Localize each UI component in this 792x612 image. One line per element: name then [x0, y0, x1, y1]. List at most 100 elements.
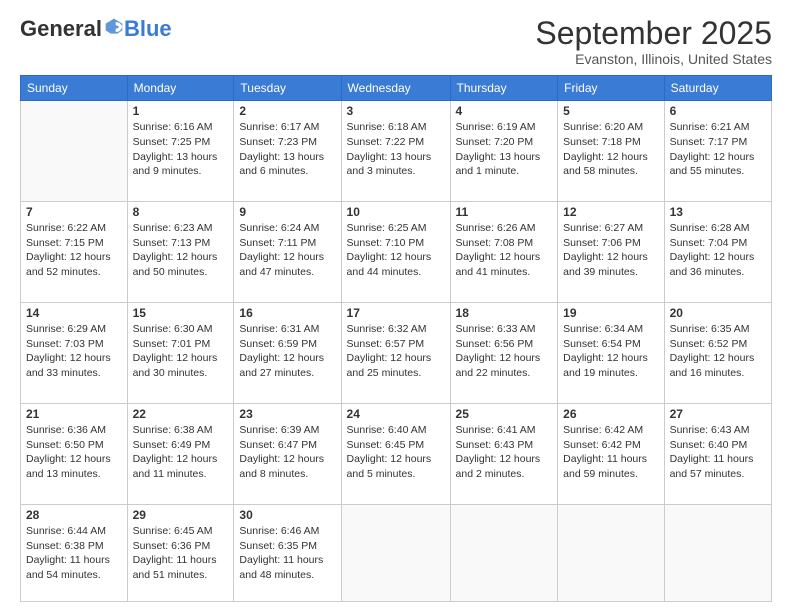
day-number: 29 [133, 508, 229, 522]
cell-info: Sunrise: 6:31 AMSunset: 6:59 PMDaylight:… [239, 323, 324, 379]
calendar-week-row: 7 Sunrise: 6:22 AMSunset: 7:15 PMDayligh… [21, 202, 772, 303]
cell-info: Sunrise: 6:44 AMSunset: 6:38 PMDaylight:… [26, 525, 110, 581]
logo-icon [104, 17, 124, 37]
cell-info: Sunrise: 6:38 AMSunset: 6:49 PMDaylight:… [133, 424, 218, 480]
day-number: 4 [456, 104, 553, 118]
day-number: 14 [26, 306, 122, 320]
day-number: 27 [670, 407, 766, 421]
calendar-cell: 18 Sunrise: 6:33 AMSunset: 6:56 PMDaylig… [450, 303, 558, 404]
calendar-week-row: 14 Sunrise: 6:29 AMSunset: 7:03 PMDaylig… [21, 303, 772, 404]
day-number: 28 [26, 508, 122, 522]
cell-info: Sunrise: 6:40 AMSunset: 6:45 PMDaylight:… [347, 424, 432, 480]
day-number: 11 [456, 205, 553, 219]
calendar-cell [341, 504, 450, 601]
title-block: September 2025 Evanston, Illinois, Unite… [535, 16, 772, 67]
calendar-cell: 26 Sunrise: 6:42 AMSunset: 6:42 PMDaylig… [558, 403, 664, 504]
cell-info: Sunrise: 6:17 AMSunset: 7:23 PMDaylight:… [239, 121, 324, 177]
calendar-cell: 7 Sunrise: 6:22 AMSunset: 7:15 PMDayligh… [21, 202, 128, 303]
calendar-header-row: Sunday Monday Tuesday Wednesday Thursday… [21, 76, 772, 101]
cell-info: Sunrise: 6:19 AMSunset: 7:20 PMDaylight:… [456, 121, 541, 177]
cell-info: Sunrise: 6:25 AMSunset: 7:10 PMDaylight:… [347, 222, 432, 278]
header-saturday: Saturday [664, 76, 771, 101]
day-number: 23 [239, 407, 335, 421]
cell-info: Sunrise: 6:46 AMSunset: 6:35 PMDaylight:… [239, 525, 323, 581]
calendar-cell: 1 Sunrise: 6:16 AMSunset: 7:25 PMDayligh… [127, 101, 234, 202]
day-number: 1 [133, 104, 229, 118]
calendar-cell: 28 Sunrise: 6:44 AMSunset: 6:38 PMDaylig… [21, 504, 128, 601]
calendar-cell: 13 Sunrise: 6:28 AMSunset: 7:04 PMDaylig… [664, 202, 771, 303]
calendar-cell: 30 Sunrise: 6:46 AMSunset: 6:35 PMDaylig… [234, 504, 341, 601]
calendar-cell: 27 Sunrise: 6:43 AMSunset: 6:40 PMDaylig… [664, 403, 771, 504]
calendar-week-row: 1 Sunrise: 6:16 AMSunset: 7:25 PMDayligh… [21, 101, 772, 202]
day-number: 24 [347, 407, 445, 421]
cell-info: Sunrise: 6:30 AMSunset: 7:01 PMDaylight:… [133, 323, 218, 379]
calendar-cell [558, 504, 664, 601]
day-number: 8 [133, 205, 229, 219]
calendar-cell: 17 Sunrise: 6:32 AMSunset: 6:57 PMDaylig… [341, 303, 450, 404]
cell-info: Sunrise: 6:43 AMSunset: 6:40 PMDaylight:… [670, 424, 754, 480]
header-thursday: Thursday [450, 76, 558, 101]
day-number: 5 [563, 104, 658, 118]
day-number: 10 [347, 205, 445, 219]
calendar-week-row: 28 Sunrise: 6:44 AMSunset: 6:38 PMDaylig… [21, 504, 772, 601]
calendar-cell: 6 Sunrise: 6:21 AMSunset: 7:17 PMDayligh… [664, 101, 771, 202]
cell-info: Sunrise: 6:22 AMSunset: 7:15 PMDaylight:… [26, 222, 111, 278]
calendar-cell: 14 Sunrise: 6:29 AMSunset: 7:03 PMDaylig… [21, 303, 128, 404]
day-number: 2 [239, 104, 335, 118]
logo-blue: Blue [124, 16, 172, 42]
calendar-cell: 9 Sunrise: 6:24 AMSunset: 7:11 PMDayligh… [234, 202, 341, 303]
calendar-week-row: 21 Sunrise: 6:36 AMSunset: 6:50 PMDaylig… [21, 403, 772, 504]
calendar-cell: 20 Sunrise: 6:35 AMSunset: 6:52 PMDaylig… [664, 303, 771, 404]
calendar-cell: 11 Sunrise: 6:26 AMSunset: 7:08 PMDaylig… [450, 202, 558, 303]
cell-info: Sunrise: 6:39 AMSunset: 6:47 PMDaylight:… [239, 424, 324, 480]
calendar-cell: 3 Sunrise: 6:18 AMSunset: 7:22 PMDayligh… [341, 101, 450, 202]
day-number: 6 [670, 104, 766, 118]
header-friday: Friday [558, 76, 664, 101]
calendar-cell: 22 Sunrise: 6:38 AMSunset: 6:49 PMDaylig… [127, 403, 234, 504]
calendar-cell: 23 Sunrise: 6:39 AMSunset: 6:47 PMDaylig… [234, 403, 341, 504]
calendar-cell: 15 Sunrise: 6:30 AMSunset: 7:01 PMDaylig… [127, 303, 234, 404]
header-tuesday: Tuesday [234, 76, 341, 101]
cell-info: Sunrise: 6:29 AMSunset: 7:03 PMDaylight:… [26, 323, 111, 379]
header-wednesday: Wednesday [341, 76, 450, 101]
calendar-cell: 21 Sunrise: 6:36 AMSunset: 6:50 PMDaylig… [21, 403, 128, 504]
day-number: 21 [26, 407, 122, 421]
calendar-cell: 19 Sunrise: 6:34 AMSunset: 6:54 PMDaylig… [558, 303, 664, 404]
cell-info: Sunrise: 6:32 AMSunset: 6:57 PMDaylight:… [347, 323, 432, 379]
calendar-cell: 16 Sunrise: 6:31 AMSunset: 6:59 PMDaylig… [234, 303, 341, 404]
cell-info: Sunrise: 6:45 AMSunset: 6:36 PMDaylight:… [133, 525, 217, 581]
logo-text: General Blue [20, 16, 172, 42]
cell-info: Sunrise: 6:16 AMSunset: 7:25 PMDaylight:… [133, 121, 218, 177]
day-number: 25 [456, 407, 553, 421]
cell-info: Sunrise: 6:41 AMSunset: 6:43 PMDaylight:… [456, 424, 541, 480]
cell-info: Sunrise: 6:35 AMSunset: 6:52 PMDaylight:… [670, 323, 755, 379]
day-number: 13 [670, 205, 766, 219]
cell-info: Sunrise: 6:27 AMSunset: 7:06 PMDaylight:… [563, 222, 648, 278]
calendar-cell: 10 Sunrise: 6:25 AMSunset: 7:10 PMDaylig… [341, 202, 450, 303]
day-number: 19 [563, 306, 658, 320]
cell-info: Sunrise: 6:42 AMSunset: 6:42 PMDaylight:… [563, 424, 647, 480]
location: Evanston, Illinois, United States [535, 51, 772, 67]
cell-info: Sunrise: 6:28 AMSunset: 7:04 PMDaylight:… [670, 222, 755, 278]
day-number: 7 [26, 205, 122, 219]
day-number: 18 [456, 306, 553, 320]
day-number: 17 [347, 306, 445, 320]
day-number: 22 [133, 407, 229, 421]
cell-info: Sunrise: 6:36 AMSunset: 6:50 PMDaylight:… [26, 424, 111, 480]
day-number: 9 [239, 205, 335, 219]
day-number: 30 [239, 508, 335, 522]
cell-info: Sunrise: 6:24 AMSunset: 7:11 PMDaylight:… [239, 222, 324, 278]
calendar-table: Sunday Monday Tuesday Wednesday Thursday… [20, 75, 772, 602]
calendar-cell: 4 Sunrise: 6:19 AMSunset: 7:20 PMDayligh… [450, 101, 558, 202]
calendar-cell: 24 Sunrise: 6:40 AMSunset: 6:45 PMDaylig… [341, 403, 450, 504]
day-number: 12 [563, 205, 658, 219]
calendar-cell: 25 Sunrise: 6:41 AMSunset: 6:43 PMDaylig… [450, 403, 558, 504]
header: General Blue September 2025 Evanston, Il… [20, 16, 772, 67]
calendar-cell [21, 101, 128, 202]
day-number: 15 [133, 306, 229, 320]
cell-info: Sunrise: 6:23 AMSunset: 7:13 PMDaylight:… [133, 222, 218, 278]
day-number: 16 [239, 306, 335, 320]
cell-info: Sunrise: 6:34 AMSunset: 6:54 PMDaylight:… [563, 323, 648, 379]
month-title: September 2025 [535, 16, 772, 51]
cell-info: Sunrise: 6:20 AMSunset: 7:18 PMDaylight:… [563, 121, 648, 177]
